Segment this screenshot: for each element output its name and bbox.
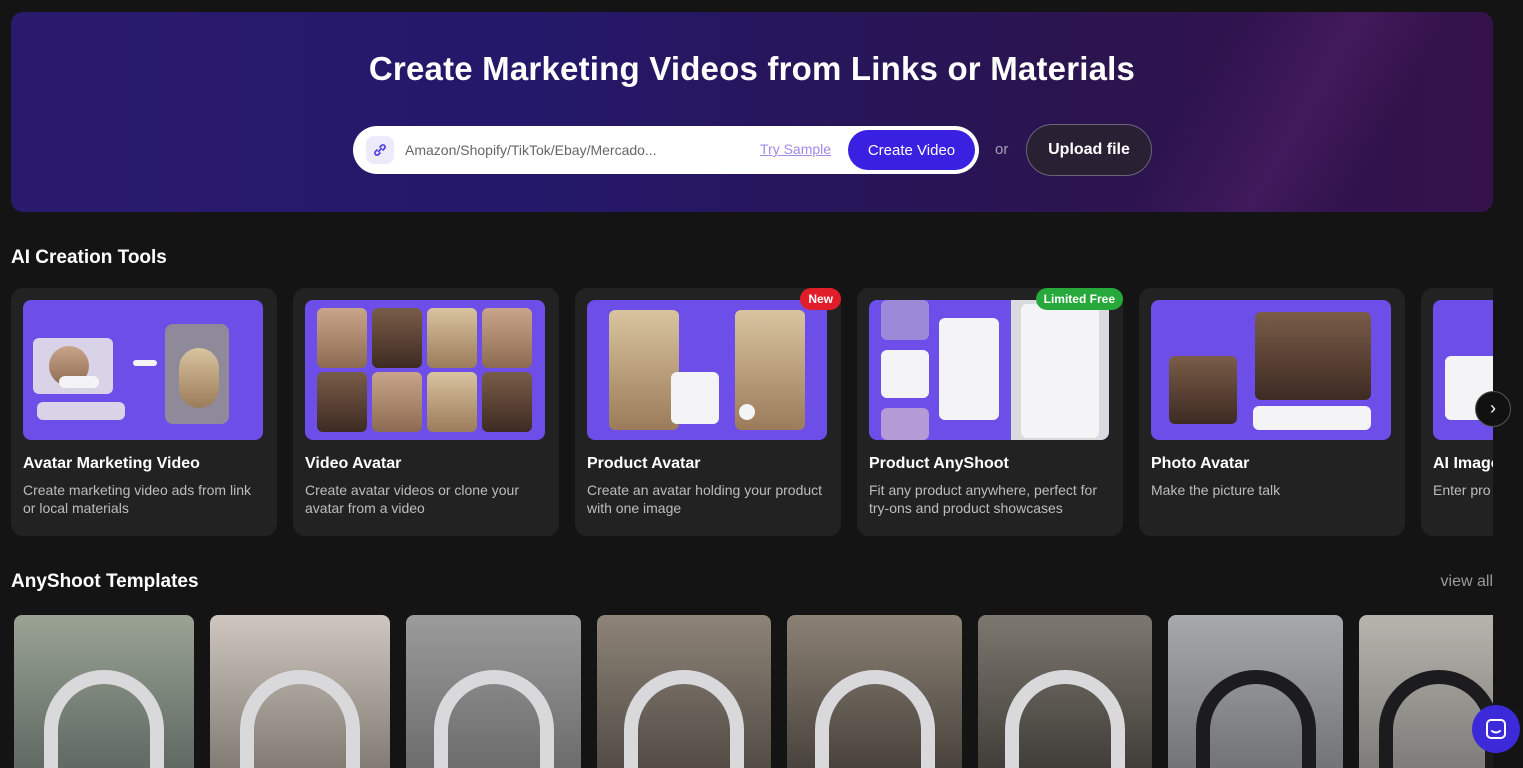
template-card[interactable] [787,615,962,768]
chevron-right-icon: › [1490,398,1496,418]
link-input[interactable] [405,138,735,162]
tool-name: Product Avatar [587,455,701,472]
tool-name: Video Avatar [305,455,402,472]
video-avatar-thumbnail [305,300,545,440]
tool-card-video-avatar[interactable]: Video Avatar Create avatar videos or clo… [293,288,559,536]
carousel-next-button[interactable]: › [1475,391,1511,427]
templates-carousel [14,615,1493,768]
tool-card-photo-avatar[interactable]: Photo Avatar Make the picture talk [1139,288,1405,536]
tool-description: Create marketing video ads from link or … [23,482,251,516]
tool-card-avatar-marketing-video[interactable]: Avatar Marketing Video Create marketing … [11,288,277,536]
photo-avatar-thumbnail [1151,300,1391,440]
template-card[interactable] [1168,615,1343,768]
template-card[interactable] [978,615,1152,768]
templates-section-title: AnyShoot Templates [11,571,199,592]
upload-file-button[interactable]: Upload file [1026,124,1152,176]
tools-section-title: AI Creation Tools [11,247,167,268]
template-card[interactable] [210,615,390,768]
template-card[interactable] [14,615,194,768]
tool-card-product-anyshoot[interactable]: Limited Free Product AnyShoot Fit any pr… [857,288,1123,536]
avatar-marketing-thumbnail [23,300,263,440]
product-avatar-thumbnail [587,300,827,440]
limited-free-badge: Limited Free [1035,288,1123,310]
page: Create Marketing Videos from Links or Ma… [0,0,1523,768]
hero-banner: Create Marketing Videos from Links or Ma… [11,12,1493,212]
tool-name: Avatar Marketing Video [23,455,200,472]
tool-description: Create an avatar holding your product wi… [587,482,823,516]
create-video-button[interactable]: Create Video [848,130,975,170]
link-search-box: Try Sample Create Video [353,126,979,174]
product-anyshoot-thumbnail [869,300,1109,440]
view-all-link[interactable]: view all [1441,573,1493,591]
tool-description: Enter pro [1433,482,1491,498]
chat-icon [1486,719,1506,739]
tools-carousel: Avatar Marketing Video Create marketing … [11,288,1493,536]
tool-description: Fit any product anywhere, perfect for tr… [869,482,1097,516]
tool-name: AI Image [1433,455,1493,472]
tool-description: Make the picture talk [1151,482,1281,498]
tool-name: Photo Avatar [1151,455,1250,472]
tool-card-product-avatar[interactable]: New Product Avatar Create an avatar hold… [575,288,841,536]
hero-title: Create Marketing Videos from Links or Ma… [368,50,1136,87]
template-card[interactable] [406,615,581,768]
new-badge: New [800,288,841,310]
chat-support-button[interactable] [1472,705,1520,753]
tool-name: Product AnyShoot [869,455,1009,472]
template-card[interactable] [597,615,771,768]
or-label: or [995,141,1009,158]
try-sample-link[interactable]: Try Sample [760,141,831,157]
tool-description: Create avatar videos or clone your avata… [305,482,519,516]
link-icon [366,136,394,164]
template-card[interactable] [1359,615,1493,768]
